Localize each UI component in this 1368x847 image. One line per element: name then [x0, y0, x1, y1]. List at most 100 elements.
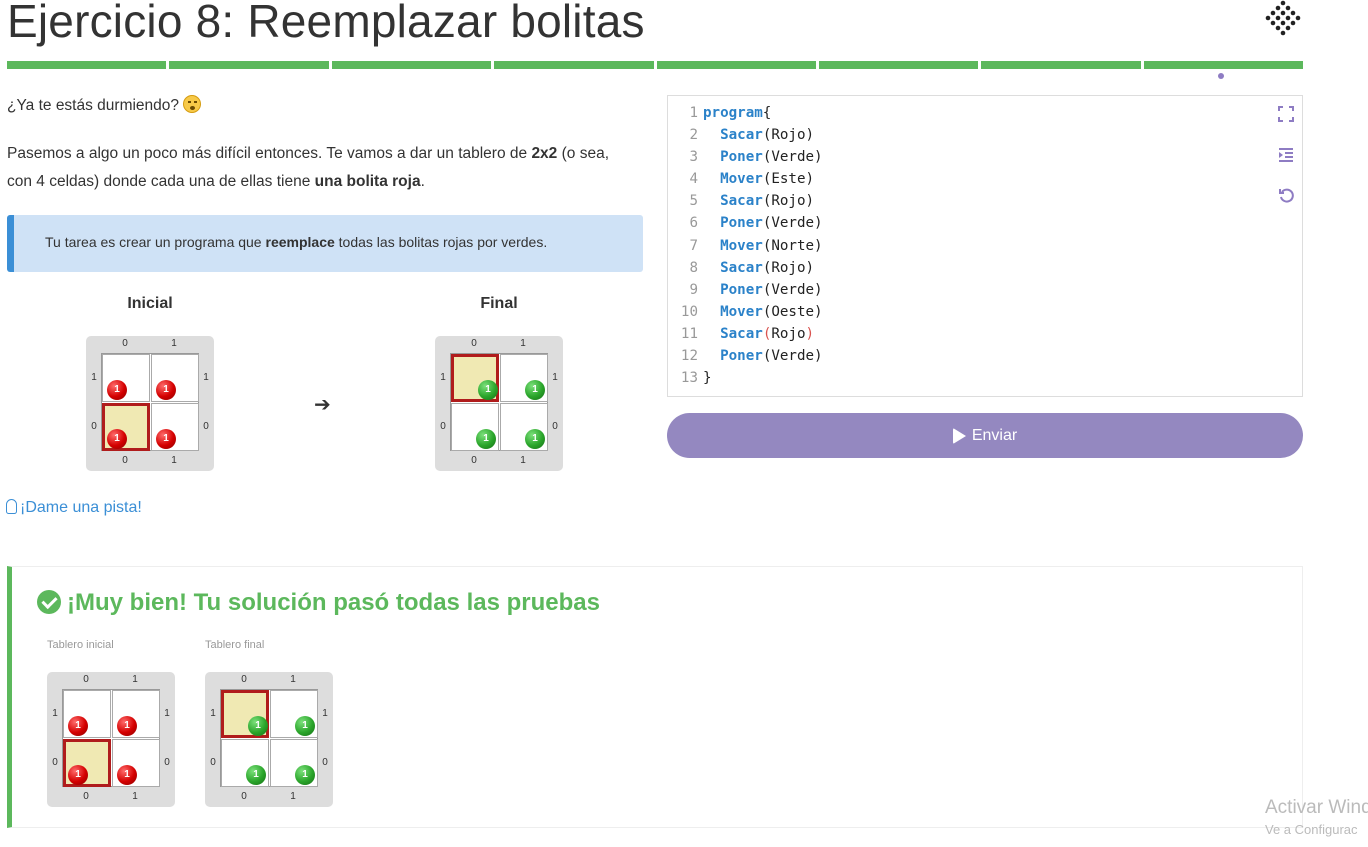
keyword-token: program: [703, 105, 763, 121]
code-line[interactable]: Sacar(Rojo): [703, 190, 823, 212]
code-line[interactable]: Poner(Verde): [703, 345, 823, 367]
lightbulb-icon: [6, 499, 17, 514]
code-token: (Rojo): [762, 193, 815, 210]
board-cell: 1: [451, 403, 499, 451]
progress-segment[interactable]: [818, 61, 979, 69]
task-callout: Tu tarea es crear un programa que reempl…: [7, 215, 643, 272]
board-cell-head: 1: [63, 739, 111, 787]
green-ball: 1: [525, 380, 545, 400]
submit-button[interactable]: Enviar: [667, 413, 1303, 458]
callout-bold: reemplace: [265, 234, 335, 250]
code-line[interactable]: Mover(Norte): [703, 235, 823, 257]
code-line[interactable]: Poner(Verde): [703, 279, 823, 301]
code-token: (Este): [762, 171, 815, 188]
board-grid: 1 1 1 1: [450, 353, 548, 451]
board-cell: 1: [270, 690, 318, 738]
fullscreen-icon[interactable]: [1277, 106, 1295, 124]
procedure-token: Sacar: [720, 259, 763, 276]
row-label: 1: [52, 708, 58, 719]
row-label: 1: [440, 372, 446, 383]
col-label: 0: [83, 674, 89, 685]
code-line[interactable]: Sacar(Rojo): [703, 257, 823, 279]
line-number: 12: [680, 348, 698, 365]
procedure-token: Mover: [720, 171, 763, 188]
result-title-text: ¡Muy bien! Tu solución pasó todas las pr…: [67, 589, 600, 616]
board-cell-head: 1: [451, 354, 499, 402]
row-label: 1: [91, 372, 97, 383]
board-cell: 1: [500, 403, 548, 451]
code-editor[interactable]: 1 2 3 4 5 6 7 8 9 10 11 12 13 program{ S…: [667, 95, 1303, 397]
progress-segment[interactable]: [494, 61, 654, 69]
line-number: 5: [689, 193, 698, 210]
progress-segment-current[interactable]: [1143, 61, 1303, 69]
board-cell: 1: [63, 690, 111, 738]
line-number: 8: [689, 259, 698, 276]
code-token: (Verde): [762, 149, 823, 166]
paragraph-text: .: [420, 173, 425, 190]
procedure-token: Poner: [720, 149, 763, 166]
callout-text: Tu tarea es crear un programa que: [45, 234, 266, 250]
code-line[interactable]: Mover(Este): [703, 168, 823, 190]
hint-link[interactable]: ¡Dame una pista!: [6, 499, 142, 517]
code-line[interactable]: Poner(Verde): [703, 146, 823, 168]
windows-activation-watermark: Activar Wind: [1265, 797, 1368, 818]
col-label: 0: [122, 455, 128, 466]
paragraph-text: Pasemos a algo un poco más difícil enton…: [7, 145, 532, 162]
red-ball: 1: [117, 765, 137, 785]
green-ball: 1: [295, 765, 315, 785]
initial-board: 0 1 0 1 1 0 1 0 1 1 1 1: [86, 336, 214, 471]
result-final-label: Tablero final: [205, 639, 265, 651]
paragraph-text: con 4 celdas) donde cada una de ellas ti…: [7, 173, 315, 190]
line-number-gutter: 1 2 3 4 5 6 7 8 9 10 11 12 13: [668, 102, 698, 389]
progress-segment[interactable]: [169, 61, 329, 69]
code-line[interactable]: Sacar(Rojo): [703, 323, 823, 345]
line-number: 2: [689, 127, 698, 144]
progress-bar: [7, 61, 1303, 69]
progress-segment[interactable]: [7, 61, 167, 69]
code-line[interactable]: Mover(Oeste): [703, 301, 823, 323]
final-board-label: Final: [480, 295, 518, 312]
indent-icon[interactable]: [1277, 147, 1295, 165]
col-label: 0: [122, 338, 128, 349]
reset-icon[interactable]: [1277, 187, 1295, 205]
paragraph-bold: una bolita roja: [314, 173, 421, 190]
progress-segment[interactable]: [981, 61, 1141, 69]
procedure-token: Poner: [720, 348, 763, 365]
col-label: 1: [520, 455, 526, 466]
statement-question: ¿Ya te estás durmiendo?: [7, 92, 202, 120]
mumuki-logo-icon: [1265, 0, 1301, 36]
page-title: Ejercicio 8: Reemplazar bolitas: [7, 0, 645, 47]
code-line[interactable]: program{: [703, 102, 823, 124]
col-label: 1: [171, 455, 177, 466]
code-content[interactable]: program{ Sacar(Rojo) Poner(Verde) Mover(…: [703, 102, 823, 389]
col-label: 0: [471, 338, 477, 349]
code-token: }: [703, 370, 712, 387]
sleepy-face-icon: [183, 95, 202, 113]
red-ball: 1: [107, 429, 127, 449]
line-number: 7: [689, 237, 698, 254]
result-title: ¡Muy bien! Tu solución pasó todas las pr…: [37, 589, 600, 617]
result-initial-label: Tablero inicial: [47, 639, 114, 651]
line-number: 4: [689, 171, 698, 188]
code-line[interactable]: }: [703, 367, 823, 389]
callout-text: todas las bolitas rojas por verdes.: [334, 234, 548, 250]
col-label: 0: [471, 455, 477, 466]
arrow-right-icon: ➔: [314, 394, 331, 416]
code-line[interactable]: Poner(Verde): [703, 212, 823, 234]
progress-segment[interactable]: [331, 61, 492, 69]
code-line[interactable]: Sacar(Rojo): [703, 124, 823, 146]
green-ball: 1: [295, 716, 315, 736]
progress-segment[interactable]: [656, 61, 816, 69]
board-grid: 1 1 1 1: [101, 353, 199, 451]
windows-activation-subtext: Ve a Configurac: [1265, 822, 1358, 837]
hint-label: ¡Dame una pista!: [20, 499, 142, 516]
row-label: 1: [210, 708, 216, 719]
row-label: 1: [164, 708, 170, 719]
